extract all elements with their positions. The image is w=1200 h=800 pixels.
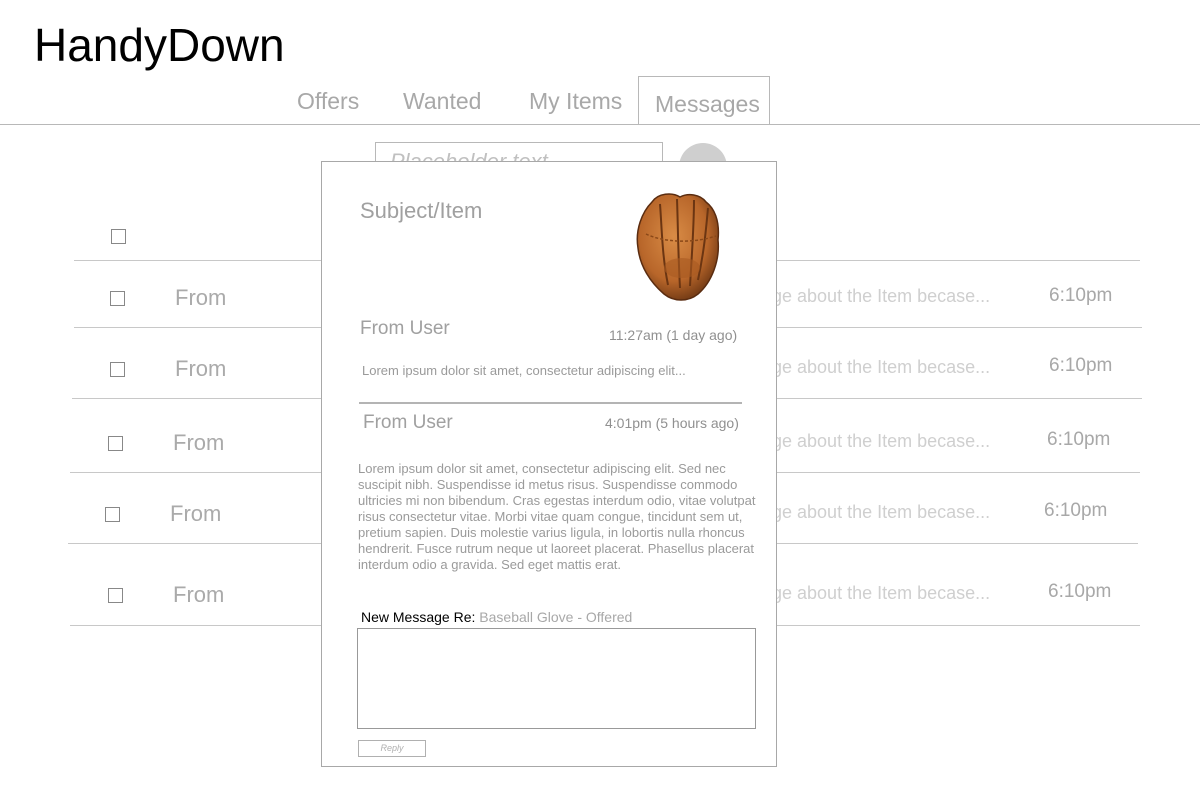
row-from: From (173, 582, 225, 607)
row-checkbox[interactable] (108, 436, 123, 451)
row-from: From (175, 356, 227, 381)
row-time: 6:10pm (1048, 581, 1112, 602)
message-from: From User (360, 318, 450, 339)
row-preview: ge about the Item becase... (772, 583, 991, 603)
tab-messages[interactable]: Messages (638, 76, 770, 124)
row-checkbox[interactable] (110, 362, 125, 377)
row-time: 6:10pm (1049, 355, 1113, 376)
row-checkbox[interactable] (108, 588, 123, 603)
baseball-glove-image (636, 193, 720, 301)
tab-my-items[interactable]: My Items (529, 88, 622, 115)
row-time: 6:10pm (1049, 285, 1113, 306)
row-preview: ge about the Item becase... (772, 286, 991, 306)
message-body: Lorem ipsum dolor sit amet, consectetur … (362, 363, 686, 378)
reply-textarea[interactable] (357, 628, 756, 729)
row-checkbox[interactable] (105, 507, 120, 522)
row-from: From (173, 430, 225, 455)
new-message-item: Baseball Glove - Offered (479, 609, 633, 625)
message-modal: Subject/Item From User 11:27am (1 day ag… (321, 161, 777, 767)
message-from: From User (363, 412, 453, 433)
row-preview: ge about the Item becase... (772, 431, 991, 451)
message-time: 11:27am (1 day ago) (609, 327, 738, 343)
row-from: From (170, 501, 222, 526)
message-time: 4:01pm (5 hours ago) (605, 415, 739, 431)
tabs-divider (0, 124, 1200, 125)
modal-subject: Subject/Item (360, 198, 483, 223)
row-from: From (175, 285, 227, 310)
row-checkbox[interactable] (110, 291, 125, 306)
new-message-heading: New Message Re: Baseball Glove - Offered (361, 609, 632, 625)
tab-wanted[interactable]: Wanted (403, 88, 481, 115)
reply-button[interactable]: Reply (358, 740, 426, 757)
message-body: Lorem ipsum dolor sit amet, consectetur … (358, 461, 756, 572)
new-message-label: New Message Re: (361, 609, 476, 625)
select-all-checkbox[interactable] (111, 229, 126, 244)
app-title: HandyDown (34, 19, 285, 71)
row-time: 6:10pm (1044, 500, 1108, 521)
row-preview: ge about the Item becase... (772, 502, 991, 522)
thread-divider (359, 402, 742, 404)
row-preview: ge about the Item becase... (772, 357, 991, 377)
tab-offers[interactable]: Offers (297, 88, 359, 115)
row-time: 6:10pm (1047, 429, 1111, 450)
